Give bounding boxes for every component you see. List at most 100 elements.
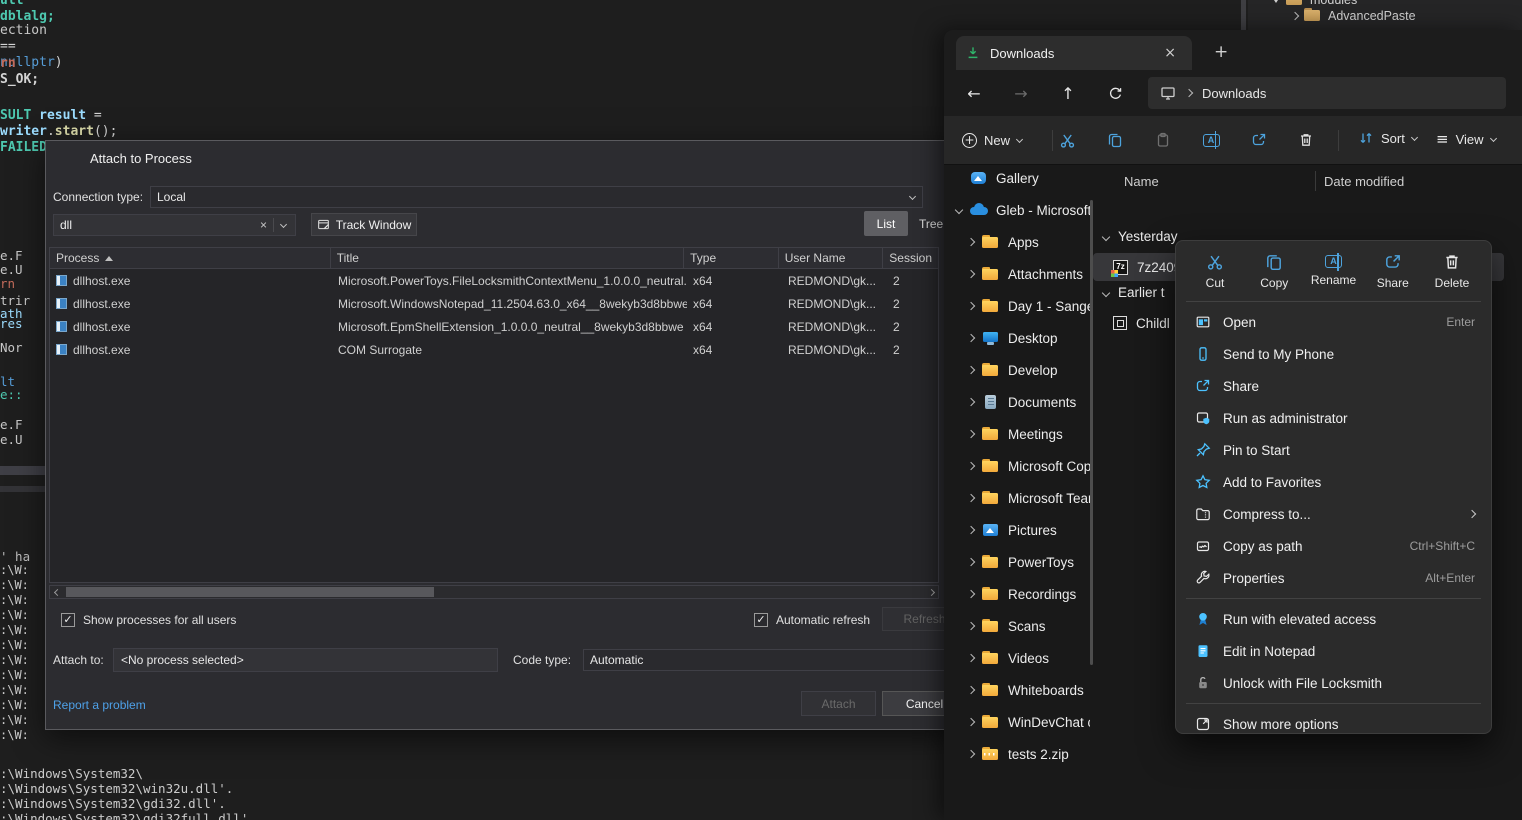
new-button[interactable]: + New [952, 126, 1032, 155]
sidebar-item[interactable]: Documents [944, 386, 1090, 418]
sidebar-item[interactable]: PowerToys [944, 546, 1090, 578]
attach-to-field[interactable]: <No process selected> [113, 648, 498, 672]
share-button[interactable]: Share [1366, 248, 1420, 295]
sidebar-item[interactable]: WinDevChat c [944, 706, 1090, 738]
chevron-down-icon[interactable] [1272, 0, 1280, 3]
menu-item-open[interactable]: Open Enter [1180, 306, 1487, 338]
paste-button[interactable] [1146, 123, 1180, 157]
tree-item-advancedpaste[interactable]: AdvancedPaste [1292, 8, 1416, 23]
address-bar[interactable]: Downloads [1148, 77, 1506, 109]
sidebar-item[interactable]: Day 1 - Sangee [944, 290, 1090, 322]
menu-item-pin-to-start[interactable]: Pin to Start [1180, 434, 1487, 466]
sidebar-item[interactable]: Scans [944, 610, 1090, 642]
column-header-title[interactable]: Title [331, 248, 684, 268]
menu-item-send-to-phone[interactable]: Send to My Phone [1180, 338, 1487, 370]
menu-item-edit-in-notepad[interactable]: Edit in Notepad [1180, 635, 1487, 667]
sidebar-item[interactable]: Recordings [944, 578, 1090, 610]
refresh-button[interactable] [1098, 78, 1132, 108]
chevron-icon[interactable] [967, 622, 975, 630]
column-header-process[interactable]: Process [50, 248, 331, 268]
tree-item-modules[interactable]: modules [1272, 0, 1357, 7]
view-button[interactable]: ≡ View [1426, 123, 1506, 155]
sidebar-item[interactable]: Whiteboards [944, 674, 1090, 706]
menu-item-show-more-options[interactable]: Show more options [1180, 708, 1487, 740]
share-button[interactable] [1242, 123, 1276, 157]
track-window-button[interactable]: Track Window [311, 213, 417, 236]
menu-item-run-as-administrator[interactable]: Run as administrator [1180, 402, 1487, 434]
forward-button[interactable]: → [1004, 78, 1038, 108]
sidebar-item[interactable]: Pictures [944, 514, 1090, 546]
sidebar-item[interactable]: Desktop [944, 322, 1090, 354]
copy-button[interactable] [1098, 123, 1132, 157]
process-row[interactable]: dllhost.exe Microsoft.WindowsNotepad_11.… [50, 292, 938, 315]
code-type-select[interactable]: Automatic [583, 649, 955, 671]
sidebar-item[interactable]: Apps [944, 226, 1090, 258]
group-yesterday[interactable]: Yesterday [1103, 229, 1178, 244]
chevron-icon[interactable] [967, 398, 975, 406]
connection-type-select[interactable]: Local [150, 186, 923, 208]
file-row-child[interactable]: Childl [1093, 309, 1170, 337]
sidebar-item[interactable]: Microsoft Cop [944, 450, 1090, 482]
chevron-icon[interactable] [967, 334, 975, 342]
sidebar-item[interactable]: Gallery [944, 162, 1090, 194]
editor-splitter[interactable] [0, 486, 45, 492]
chevron-icon[interactable] [967, 366, 975, 374]
chevron-icon[interactable] [967, 494, 975, 502]
group-earlier[interactable]: Earlier t [1103, 285, 1165, 300]
menu-item-unlock-with-file-locksmith[interactable]: Unlock with File Locksmith [1180, 667, 1487, 699]
sidebar-item[interactable]: tests 2.zip [944, 738, 1090, 770]
delete-button[interactable]: Delete [1425, 248, 1479, 295]
menu-item-compress-to[interactable]: Compress to... [1180, 498, 1487, 530]
breadcrumb-chevron-icon[interactable] [1185, 89, 1193, 97]
chevron-icon[interactable] [955, 206, 963, 214]
chevron-icon[interactable] [967, 302, 975, 310]
delete-button[interactable] [1289, 123, 1323, 157]
column-header-type[interactable]: Type [684, 248, 779, 268]
chevron-down-icon[interactable] [1102, 288, 1110, 296]
process-row[interactable]: dllhost.exe Microsoft.EpmShellExtension_… [50, 315, 938, 338]
solution-explorer-scrollbar[interactable] [1241, 0, 1246, 30]
menu-item-share[interactable]: Share [1180, 370, 1487, 402]
sidebar-item[interactable]: Videos [944, 642, 1090, 674]
chevron-down-icon[interactable] [1102, 232, 1110, 240]
sort-button[interactable]: Sort [1348, 123, 1427, 153]
sidebar-item[interactable]: Gleb - Microsoft [944, 194, 1090, 226]
chevron-icon[interactable] [967, 686, 975, 694]
chevron-icon[interactable] [967, 270, 975, 278]
scrollbar-thumb[interactable] [66, 587, 434, 597]
clear-filter-icon[interactable]: × [254, 218, 273, 232]
rename-button[interactable]: Rename [1307, 248, 1361, 295]
back-button[interactable]: ← [957, 78, 991, 108]
show-all-users-checkbox[interactable] [61, 613, 75, 627]
scroll-right-arrow[interactable] [924, 586, 938, 598]
chevron-down-icon[interactable] [280, 220, 287, 227]
chevron-icon[interactable] [967, 654, 975, 662]
process-row[interactable]: dllhost.exe Microsoft.PowerToys.FileLock… [50, 269, 938, 292]
breadcrumb[interactable]: Downloads [1202, 86, 1266, 101]
column-divider[interactable] [1315, 171, 1316, 191]
column-header-name[interactable]: Name [1099, 174, 1315, 189]
up-button[interactable]: ↑ [1051, 78, 1085, 108]
scroll-left-arrow[interactable] [50, 586, 64, 598]
menu-item-copy-as-path[interactable]: Copy as path Ctrl+Shift+C [1180, 530, 1487, 562]
menu-item-run-with-elevated-access[interactable]: Run with elevated access [1180, 603, 1487, 635]
sidebar-item[interactable]: Attachments [944, 258, 1090, 290]
chevron-icon[interactable] [967, 430, 975, 438]
column-header-user[interactable]: User Name [779, 248, 884, 268]
column-header-date-modified[interactable]: Date modified [1324, 174, 1404, 189]
sidebar-item[interactable]: Develop [944, 354, 1090, 386]
sidebar-item[interactable]: Microsoft Tear [944, 482, 1090, 514]
chevron-right-icon[interactable] [1291, 11, 1299, 19]
process-row[interactable]: dllhost.exe COM Surrogate x64 REDMOND\gk… [50, 338, 938, 361]
process-filter-input[interactable]: dll × [53, 214, 296, 236]
tree-view-toggle[interactable]: Tree [919, 217, 943, 231]
chevron-icon[interactable] [967, 558, 975, 566]
column-header-session[interactable]: Session [883, 248, 938, 268]
auto-refresh-checkbox[interactable] [754, 613, 768, 627]
new-tab-button[interactable]: + [1206, 40, 1236, 64]
chevron-icon[interactable] [967, 590, 975, 598]
menu-item-properties[interactable]: Properties Alt+Enter [1180, 562, 1487, 594]
horizontal-scrollbar[interactable] [49, 585, 939, 599]
menu-item-add-to-favorites[interactable]: Add to Favorites [1180, 466, 1487, 498]
editor-splitter[interactable] [0, 466, 45, 475]
